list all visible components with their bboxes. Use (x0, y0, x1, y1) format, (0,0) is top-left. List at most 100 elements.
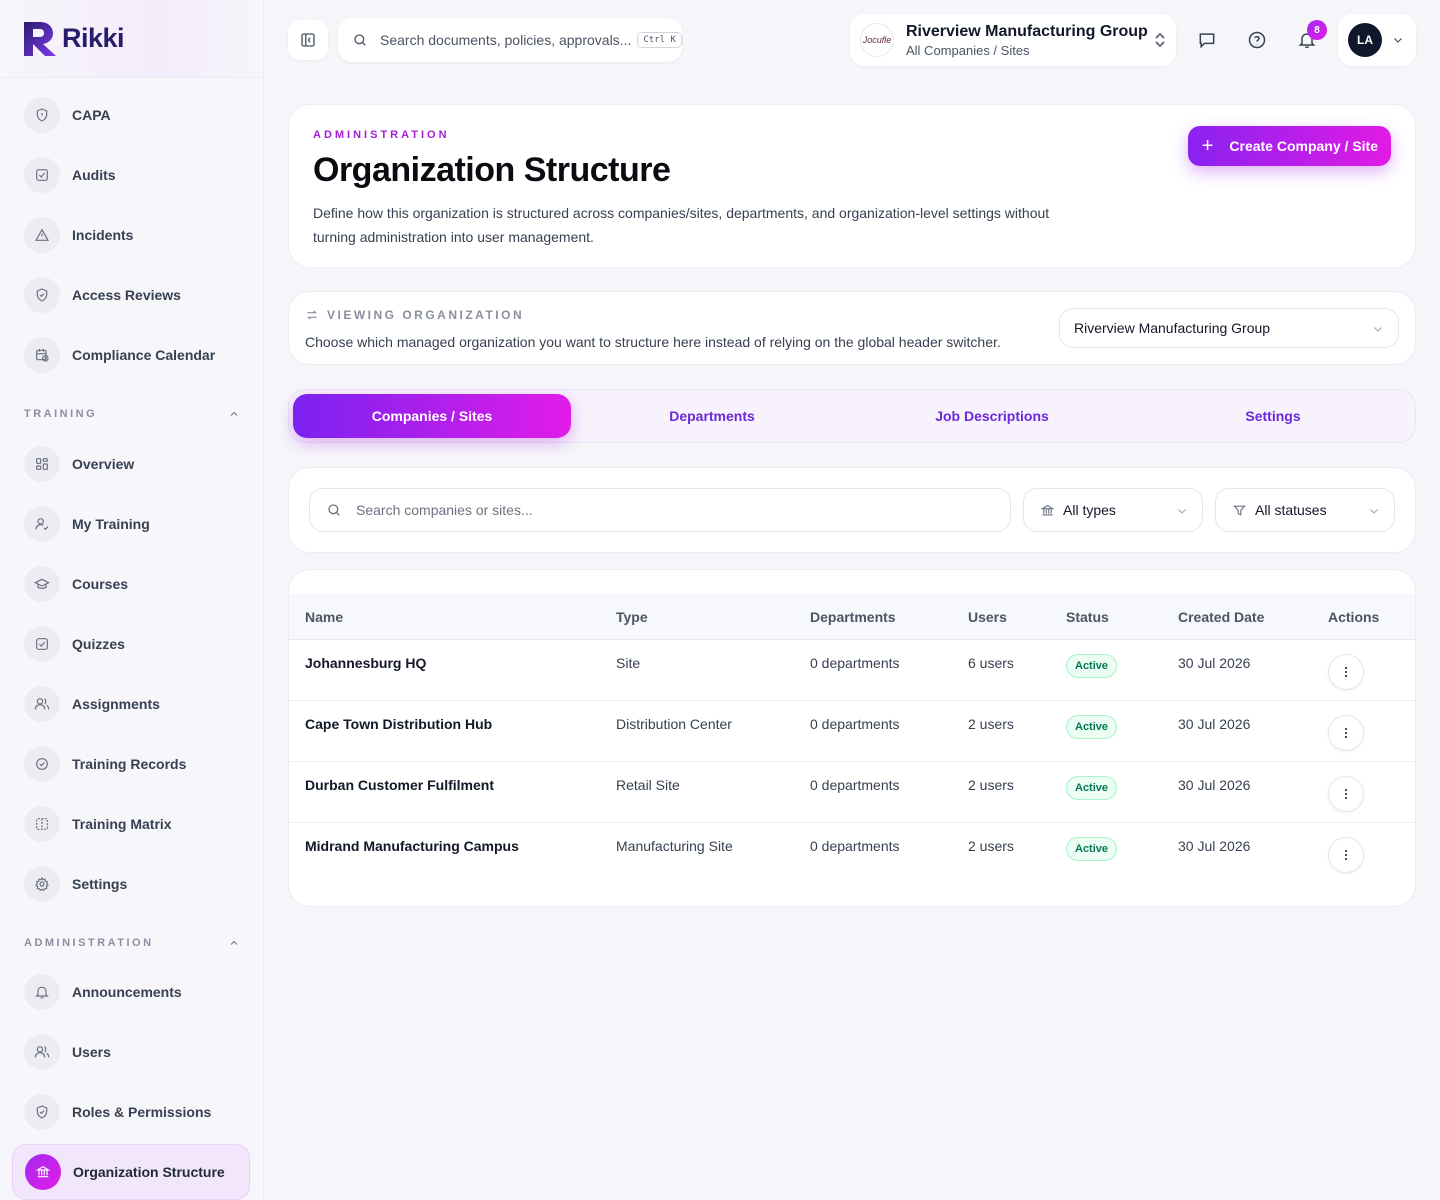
column-header-departments[interactable]: Departments (810, 609, 896, 625)
users-icon (24, 1034, 60, 1070)
logo[interactable]: Rikki (0, 0, 263, 78)
sidebar-item-label: Users (72, 1044, 111, 1060)
filter-icon (1233, 505, 1246, 516)
sidebar-item-settings[interactable]: Settings (12, 856, 250, 912)
sidebar-item-label: Audits (72, 167, 116, 183)
sidebar-item-compliance-calendar[interactable]: Compliance Calendar (12, 327, 250, 383)
row-departments: 0 departments (810, 777, 900, 793)
row-type: Site (616, 655, 641, 671)
global-search-input[interactable]: Search documents, policies, approvals...… (338, 18, 682, 62)
rikki-logo-icon (24, 21, 56, 56)
sidebar-item-label: My Training (72, 516, 150, 532)
sidebar-item-roles-permissions[interactable]: Roles & Permissions (12, 1084, 250, 1140)
sidebar-item-access-reviews[interactable]: Access Reviews (12, 267, 250, 323)
row-name[interactable]: Cape Town Distribution Hub (305, 716, 492, 732)
row-created-date: 30 Jul 2026 (1178, 838, 1251, 854)
sidebar-item-courses[interactable]: Courses (12, 556, 250, 612)
organization-switcher[interactable]: Jocufle Riverview Manufacturing Group Al… (850, 14, 1176, 66)
column-header-status[interactable]: Status (1066, 609, 1109, 625)
row-name[interactable]: Johannesburg HQ (305, 655, 426, 671)
section-toggle-administration[interactable]: ADMINISTRATION (24, 937, 240, 949)
panel-left-icon (301, 33, 315, 47)
filters-card: All types All statuses (288, 467, 1416, 553)
section-toggle-training[interactable]: TRAINING (24, 408, 240, 420)
sidebar-item-label: Announcements (72, 984, 182, 1000)
chevron-down-icon (1370, 509, 1378, 514)
company-search-input[interactable] (356, 502, 956, 518)
sidebar-item-label: CAPA (72, 107, 111, 123)
row-users: 2 users (968, 716, 1014, 732)
table-row[interactable]: Cape Town Distribution Hub Distribution … (289, 701, 1415, 762)
row-created-date: 30 Jul 2026 (1178, 655, 1251, 671)
sidebar-item-overview[interactable]: Overview (12, 436, 250, 492)
page-header-card: ADMINISTRATION Organization Structure De… (288, 104, 1416, 268)
row-actions-button[interactable] (1328, 654, 1364, 690)
table-row[interactable]: Durban Customer Fulfilment Retail Site 0… (289, 762, 1415, 823)
sidebar-item-announcements[interactable]: Announcements (12, 964, 250, 1020)
column-header-type[interactable]: Type (616, 609, 648, 625)
sidebar-item-users[interactable]: Users (12, 1024, 250, 1080)
shield-check-icon (24, 277, 60, 313)
graduation-cap-icon (24, 566, 60, 602)
row-departments: 0 departments (810, 838, 900, 854)
grid-icon (24, 446, 60, 482)
row-actions-button[interactable] (1328, 776, 1364, 812)
messages-button[interactable] (1191, 24, 1223, 56)
more-vertical-icon (1344, 666, 1348, 678)
row-type: Distribution Center (616, 716, 732, 732)
user-menu-button[interactable]: LA (1338, 14, 1416, 66)
building-icon (25, 1154, 61, 1190)
table-row[interactable]: Johannesburg HQ Site 0 departments 6 use… (289, 640, 1415, 701)
create-company-site-button[interactable]: + Create Company / Site (1187, 126, 1391, 166)
sidebar-item-quizzes[interactable]: Quizzes (12, 616, 250, 672)
viewing-organization-card: VIEWING ORGANIZATION Choose which manage… (288, 291, 1416, 365)
section-label: TRAINING (24, 408, 98, 420)
company-search-box[interactable] (309, 488, 1011, 532)
sidebar-item-training-records[interactable]: Training Records (12, 736, 250, 792)
sidebar-item-audits[interactable]: Audits (12, 147, 250, 203)
arrows-swap-icon (307, 310, 317, 320)
sidebar-item-label: Organization Structure (73, 1164, 225, 1180)
organization-select-value: Riverview Manufacturing Group (1074, 320, 1271, 336)
status-badge: Active (1066, 776, 1118, 800)
avatar: LA (1348, 23, 1382, 57)
sidebar-item-assignments[interactable]: Assignments (12, 676, 250, 732)
sidebar-toggle-button[interactable] (288, 20, 328, 60)
chevron-down-icon (1374, 327, 1382, 332)
sidebar-item-incidents[interactable]: Incidents (12, 207, 250, 263)
viewing-label: VIEWING ORGANIZATION (327, 308, 525, 322)
type-filter-select[interactable]: All types (1023, 488, 1203, 532)
sidebar-item-training-matrix[interactable]: Training Matrix (12, 796, 250, 852)
help-button[interactable] (1241, 24, 1273, 56)
sidebar-item-label: Courses (72, 576, 129, 592)
tab-departments[interactable]: Departments (573, 394, 851, 438)
more-vertical-icon (1344, 788, 1348, 800)
column-header-actions: Actions (1328, 609, 1380, 625)
row-actions-button[interactable] (1328, 837, 1364, 873)
row-name[interactable]: Midrand Manufacturing Campus (305, 838, 519, 854)
column-header-created-date[interactable]: Created Date (1178, 609, 1264, 625)
shield-icon (24, 97, 60, 133)
row-type: Retail Site (616, 777, 680, 793)
org-logo: Jocufle (860, 23, 894, 57)
notifications-button[interactable]: 8 (1291, 20, 1327, 56)
column-header-users[interactable]: Users (968, 609, 1007, 625)
status-filter-select[interactable]: All statuses (1215, 488, 1395, 532)
organization-select[interactable]: Riverview Manufacturing Group (1059, 308, 1399, 348)
status-badge: Active (1066, 837, 1118, 861)
tab-settings[interactable]: Settings (1134, 394, 1412, 438)
companies-table: Name Type Departments Users Status Creat… (288, 569, 1416, 907)
org-scope: All Companies / Sites (906, 42, 1030, 58)
sidebar-item-capa[interactable]: CAPA (12, 87, 250, 143)
sidebar-item-my-training[interactable]: My Training (12, 496, 250, 552)
sidebar-item-label: Compliance Calendar (72, 347, 216, 363)
row-name[interactable]: Durban Customer Fulfilment (305, 777, 494, 793)
tab-companies-sites[interactable]: Companies / Sites (293, 394, 571, 438)
tab-job-descriptions[interactable]: Job Descriptions (853, 394, 1131, 438)
sidebar-item-organization-structure[interactable]: Organization Structure (12, 1144, 250, 1200)
table-row[interactable]: Midrand Manufacturing Campus Manufacturi… (289, 823, 1415, 884)
sidebar-item-label: Access Reviews (72, 287, 181, 303)
row-actions-button[interactable] (1328, 715, 1364, 751)
column-header-name[interactable]: Name (305, 609, 343, 625)
search-icon (354, 34, 366, 46)
